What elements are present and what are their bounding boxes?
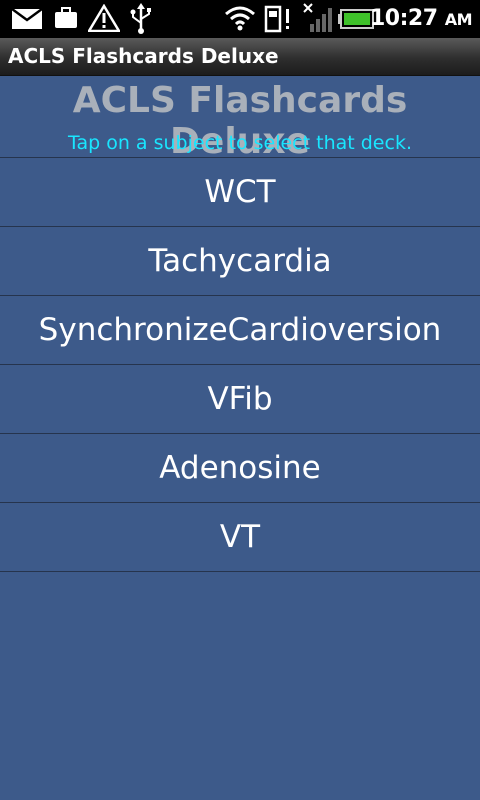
deck-item-vfib[interactable]: VFib: [0, 365, 480, 434]
deck-item-adenosine[interactable]: Adenosine: [0, 434, 480, 503]
deck-item-tachycardia[interactable]: Tachycardia: [0, 227, 480, 296]
deck-label: VT: [219, 519, 261, 555]
deck-item-synchronize-cardioversion[interactable]: SynchronizeCardioversion: [0, 296, 480, 365]
deck-label: WCT: [204, 174, 276, 210]
warning-icon: [88, 4, 120, 32]
clock-ampm: AM: [444, 10, 473, 29]
deck-list: WCT Tachycardia SynchronizeCardioversion…: [0, 157, 480, 572]
usb-icon: [130, 3, 151, 34]
app-subtitle: Tap on a subject to select that deck.: [68, 132, 412, 154]
title-bar: ACLS Flashcards Deluxe: [0, 38, 480, 76]
briefcase-icon: [55, 7, 77, 28]
mail-icon: [12, 9, 42, 29]
window-title: ACLS Flashcards Deluxe: [8, 44, 279, 68]
deck-item-vt[interactable]: VT: [0, 503, 480, 572]
sd-card-icon: [264, 5, 289, 33]
battery-icon: [338, 9, 374, 29]
status-bar: 10:27 AM: [0, 0, 480, 38]
clock-time: 10:27: [369, 6, 438, 31]
deck-label: Tachycardia: [148, 243, 332, 279]
status-time: 10:27 AM: [369, 6, 473, 31]
signal-icon: [303, 3, 332, 32]
deck-item-wct[interactable]: WCT: [0, 158, 480, 227]
deck-label: VFib: [207, 381, 273, 417]
deck-label: SynchronizeCardioversion: [38, 312, 442, 348]
deck-label: Adenosine: [159, 450, 321, 486]
wifi-icon: [225, 6, 255, 31]
